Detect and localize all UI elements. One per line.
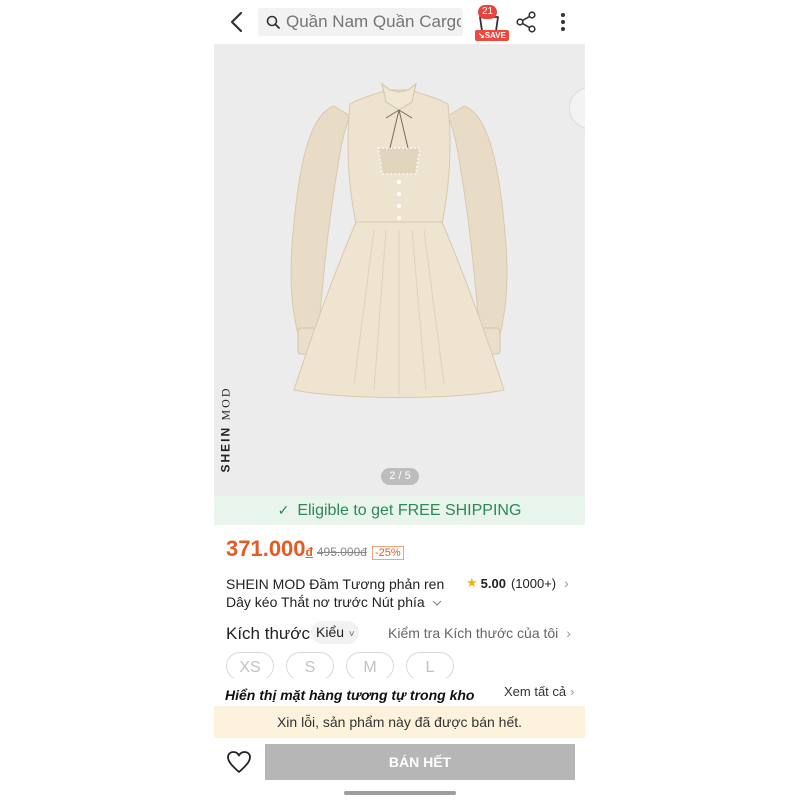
brand-watermark-light: MOD [218,386,233,421]
original-price: 495.000đ [316,545,367,559]
size-label: Kích thước [226,624,310,643]
cart-count-badge: 21 [478,5,497,19]
rating-score: 5.00 [480,575,506,591]
similar-items-heading: Hiển thị mặt hàng tương tự trong kho [225,687,475,703]
expand-title-chevron-icon[interactable] [432,598,442,608]
brand-watermark: SHEIN MOD [219,380,234,480]
search-input[interactable] [286,12,461,32]
size-option-s[interactable]: S [286,652,334,680]
check-my-size-label: Kiểm tra Kích thước của tôi [388,625,559,641]
size-option-m[interactable]: M [346,652,394,680]
product-page: 21 ↘SAVE [214,0,585,800]
product-title[interactable]: SHEIN MOD Đầm Tương phản ren Dây kéo Thắ… [226,575,458,611]
size-options: XS S M L [226,652,466,680]
price-row: 371.000 đ 495.000đ -25% [226,536,404,562]
current-price: 371.000 [226,536,306,561]
chevron-right-icon: › [564,575,569,591]
free-shipping-banner: ✓ Eligible to get FREE SHIPPING [214,496,585,525]
size-option-xs[interactable]: XS [226,652,274,680]
bottom-action-bar: BÁN HẾT [214,738,585,790]
free-shipping-text: Eligible to get FREE SHIPPING [297,501,522,519]
discount-badge: -25% [371,546,404,560]
wishlist-heart-icon[interactable] [226,750,252,774]
image-pager: 2 / 5 [381,468,419,485]
chevron-right-icon: › [570,684,575,699]
similar-items-section: Hiển thị mặt hàng tương tự trong kho Xem… [214,678,585,706]
chevron-down-icon: ˅ [346,629,355,640]
rating-count: (1000+) [510,575,557,591]
size-option-l[interactable]: L [406,652,454,680]
sold-out-notice: Xin lỗi, sản phẩm này đã được bán hết. [214,706,585,738]
brand-watermark-bold: SHEIN [218,425,233,473]
price-currency: đ [305,545,313,559]
sold-out-button[interactable]: BÁN HẾT [265,744,575,780]
see-all-link[interactable]: Xem tất cả › [504,684,574,699]
star-icon: ★ [466,575,478,590]
check-my-size-link[interactable]: Kiểm tra Kích thước của tôi › [388,625,571,641]
product-photo-dress [290,82,508,398]
size-type-value: Kiểu [316,624,345,640]
chevron-right-icon: › [566,625,571,641]
save-tag-label: SAVE [484,31,506,40]
share-icon[interactable] [515,11,537,33]
check-icon: ✓ [277,502,290,518]
size-type-dropdown[interactable]: Kiểu ˅ [311,621,359,644]
product-image-gallery[interactable]: SHEIN MOD 2 / 5 [214,44,585,496]
rating-summary[interactable]: ★ 5.00 (1000+) › [466,575,569,591]
search-icon [266,15,280,29]
top-bar: 21 ↘SAVE [214,0,585,44]
home-indicator [344,791,456,795]
more-options-icon[interactable] [554,11,572,33]
see-all-label: Xem tất cả [504,684,567,699]
search-box[interactable] [258,8,463,36]
back-arrow-icon[interactable] [228,11,246,33]
save-tag: ↘SAVE [475,30,509,41]
